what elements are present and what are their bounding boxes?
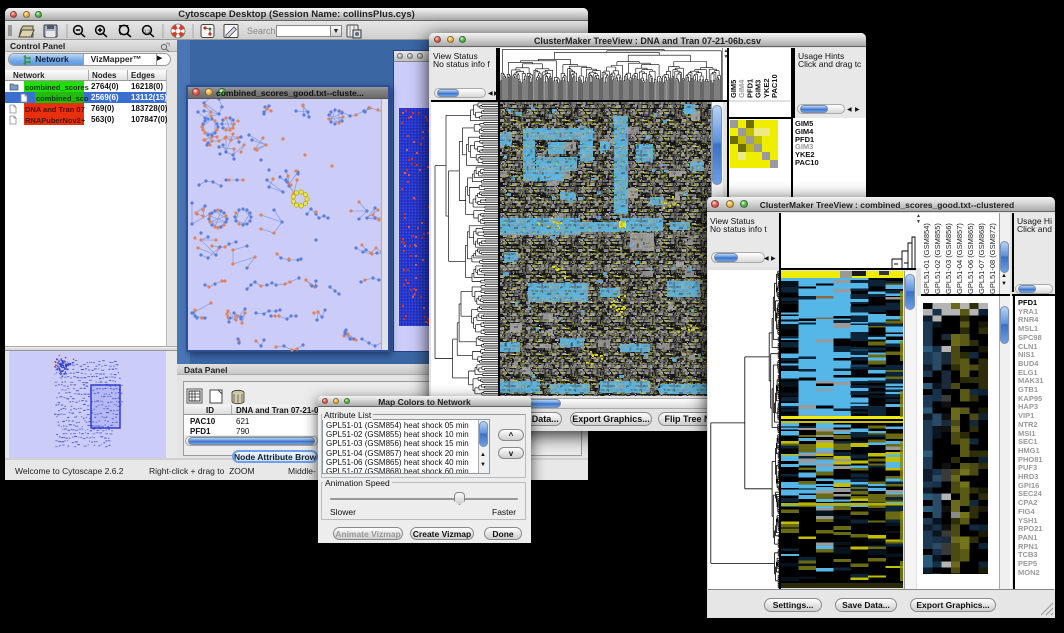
svg-text:GPL51-01 (GSM854): GPL51-01 (GSM854) xyxy=(922,223,931,294)
svg-text:GPL51-04 (GSM857): GPL51-04 (GSM857) xyxy=(955,223,964,294)
svg-text:GPL51-02 (GSM855): GPL51-02 (GSM855) xyxy=(933,223,942,294)
svg-text:1:1: 1:1 xyxy=(144,29,151,34)
svg-text:Search:: Search: xyxy=(247,26,278,36)
svg-text:GPL51-06 (GSM865): GPL51-06 (GSM865) xyxy=(966,223,975,294)
svg-text:GPL51-07 (GSM868): GPL51-07 (GSM868) xyxy=(977,223,986,294)
svg-text:GPL51-03 (GSM856): GPL51-03 (GSM856) xyxy=(944,223,953,294)
svg-text:GPL51-08 (GSM872): GPL51-08 (GSM872) xyxy=(988,223,997,294)
svg-text:PAC10: PAC10 xyxy=(770,74,779,98)
